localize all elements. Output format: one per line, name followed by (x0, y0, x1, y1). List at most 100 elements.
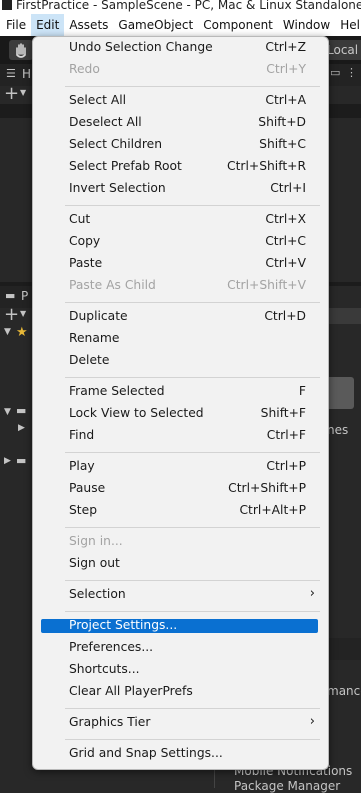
menu-item-duplicate[interactable]: Duplicate Ctrl+D (33, 306, 328, 328)
menu-item-label: Shortcuts... (69, 662, 140, 676)
menu-item-lock-view[interactable]: Lock View to Selected Shift+F (33, 403, 328, 425)
hierarchy-header (0, 104, 32, 118)
menu-item-invert-selection[interactable]: Invert Selection Ctrl+I (33, 178, 328, 200)
menu-item-play[interactable]: Play Ctrl+P (33, 456, 328, 478)
menu-item-label: Select All (69, 93, 127, 107)
menu-item-redo[interactable]: Redo Ctrl+Y (33, 59, 328, 81)
plus-icon[interactable]: + (4, 83, 19, 104)
menu-item-paste-as-child[interactable]: Paste As Child Ctrl+Shift+V (33, 275, 328, 297)
menu-item-shortcuts[interactable]: Shortcuts... (33, 659, 328, 681)
menu-item-graphics-tier[interactable]: Graphics Tier › (33, 712, 328, 734)
window-title: FirstPractice - SampleScene - PC, Mac & … (16, 0, 361, 12)
menu-window[interactable]: Window (278, 14, 335, 36)
menu-item-label: Lock View to Selected (69, 406, 204, 420)
packages-arrow-icon[interactable]: ▶ (4, 456, 11, 466)
chevron-down-icon[interactable]: ▼ (20, 88, 26, 97)
menu-item-label: Play (69, 459, 95, 473)
menu-item-label: Cut (69, 212, 91, 226)
menu-item-sign-in[interactable]: Sign in... (33, 531, 328, 553)
menu-item-shortcut: Ctrl+F (266, 428, 306, 442)
menu-item-pause[interactable]: Pause Ctrl+Shift+P (33, 478, 328, 500)
menu-gameobject[interactable]: GameObject (113, 14, 198, 36)
menu-separator (65, 452, 320, 453)
menu-item-label: Undo Selection Change (69, 40, 213, 54)
folder-icon: ▬ (5, 289, 16, 302)
menu-item-label: Deselect All (69, 115, 142, 129)
menu-separator (65, 611, 320, 612)
hand-icon (16, 43, 26, 58)
menu-item-label: Sign out (69, 556, 120, 570)
menu-item-label: Invert Selection (69, 181, 166, 195)
menu-item-label: Find (69, 428, 95, 442)
search-field[interactable] (327, 308, 361, 324)
inspector-header (327, 104, 361, 118)
hand-tool-button[interactable] (9, 40, 33, 60)
menu-item-select-children[interactable]: Select Children Shift+C (33, 134, 328, 156)
unity-logo-icon (2, 0, 12, 10)
menu-item-shortcut: Shift+F (260, 406, 306, 420)
menu-item-preferences[interactable]: Preferences... (33, 637, 328, 659)
menu-separator (65, 580, 320, 581)
menu-item-delete[interactable]: Delete (33, 350, 328, 372)
menu-item-label: Select Children (69, 137, 163, 151)
menu-item-label: Paste (69, 256, 103, 270)
project-plus-icon[interactable]: + (4, 304, 19, 325)
hierarchy-tab-label[interactable]: H (22, 67, 31, 81)
menu-help[interactable]: Help (335, 14, 361, 36)
pivot-rotation-toggle[interactable]: Local (326, 40, 361, 60)
collapsed-folder-arrow-icon[interactable]: ▶ (18, 423, 25, 433)
menu-item-label: Preferences... (69, 640, 154, 654)
window-title-bar: FirstPractice - SampleScene - PC, Mac & … (0, 0, 361, 14)
bottom-right-tab-strip (327, 638, 361, 660)
more-icon[interactable]: ⋮ (346, 66, 357, 79)
menu-item-rename[interactable]: Rename (33, 328, 328, 350)
menu-item-label: Rename (69, 331, 120, 345)
menu-edit[interactable]: Edit (31, 14, 65, 36)
menu-item-clear-playerprefs[interactable]: Clear All PlayerPrefs (33, 681, 328, 703)
menu-item-deselect-all[interactable]: Deselect All Shift+D (33, 112, 328, 134)
hierarchy-tab-icon: ☰ (6, 67, 16, 80)
menu-item-select-prefab-root[interactable]: Select Prefab Root Ctrl+Shift+R (33, 156, 328, 178)
menu-item-select-all[interactable]: Select All Ctrl+A (33, 90, 328, 112)
menu-item-step[interactable]: Step Ctrl+Alt+P (33, 500, 328, 522)
lock-icon[interactable]: ▭ (330, 66, 340, 79)
menu-item-shortcut: Ctrl+Shift+P (228, 481, 306, 495)
expand-favorites-icon[interactable]: ▼ (4, 327, 11, 337)
menu-item-label: Copy (69, 234, 101, 248)
menu-item-undo[interactable]: Undo Selection Change Ctrl+Z (33, 37, 328, 59)
menu-item-label: Select Prefab Root (69, 159, 182, 173)
menu-item-paste[interactable]: Paste Ctrl+V (33, 253, 328, 275)
expand-assets-icon[interactable]: ▼ (4, 407, 11, 417)
packages-folder-icon: ▬ (16, 454, 27, 467)
pivot-rotation-label: Local (327, 43, 359, 57)
menu-item-grid-snap-settings[interactable]: Grid and Snap Settings... (33, 743, 328, 765)
menu-component[interactable]: Component (198, 14, 278, 36)
assets-folder-icon: ▬ (16, 404, 27, 417)
menu-item-shortcut: Ctrl+Shift+R (227, 159, 306, 173)
menu-item-label: Paste As Child (69, 278, 156, 292)
menu-item-label: Graphics Tier (69, 715, 151, 729)
menu-assets[interactable]: Assets (64, 14, 113, 36)
project-tab-label[interactable]: P (21, 289, 28, 303)
menu-item-cut[interactable]: Cut Ctrl+X (33, 209, 328, 231)
menu-item-selection[interactable]: Selection › (33, 584, 328, 606)
project-chevron-down-icon[interactable]: ▼ (20, 309, 26, 318)
menu-item-label: Selection (69, 587, 126, 601)
menu-separator (65, 205, 320, 206)
menu-item-shortcut: Ctrl+C (265, 234, 306, 248)
menu-item-shortcut: F (298, 384, 306, 398)
menu-item-shortcut: Ctrl+Y (266, 62, 306, 76)
menu-item-sign-out[interactable]: Sign out (33, 553, 328, 575)
menu-item-project-settings[interactable]: Project Settings... (33, 615, 328, 637)
menu-file[interactable]: File (0, 14, 31, 36)
menu-item-copy[interactable]: Copy Ctrl+C (33, 231, 328, 253)
menu-item-label: Delete (69, 353, 110, 367)
menu-item-find[interactable]: Find Ctrl+F (33, 425, 328, 447)
asset-thumbnail[interactable] (326, 377, 354, 409)
menu-item-label: Step (69, 503, 97, 517)
menu-item-frame-selected[interactable]: Frame Selected F (33, 381, 328, 403)
menu-item-label: Duplicate (69, 309, 128, 323)
package-manager-label[interactable]: Package Manager (234, 779, 340, 793)
performance-label: mance (327, 684, 361, 698)
menu-item-label: Sign in... (69, 534, 123, 548)
